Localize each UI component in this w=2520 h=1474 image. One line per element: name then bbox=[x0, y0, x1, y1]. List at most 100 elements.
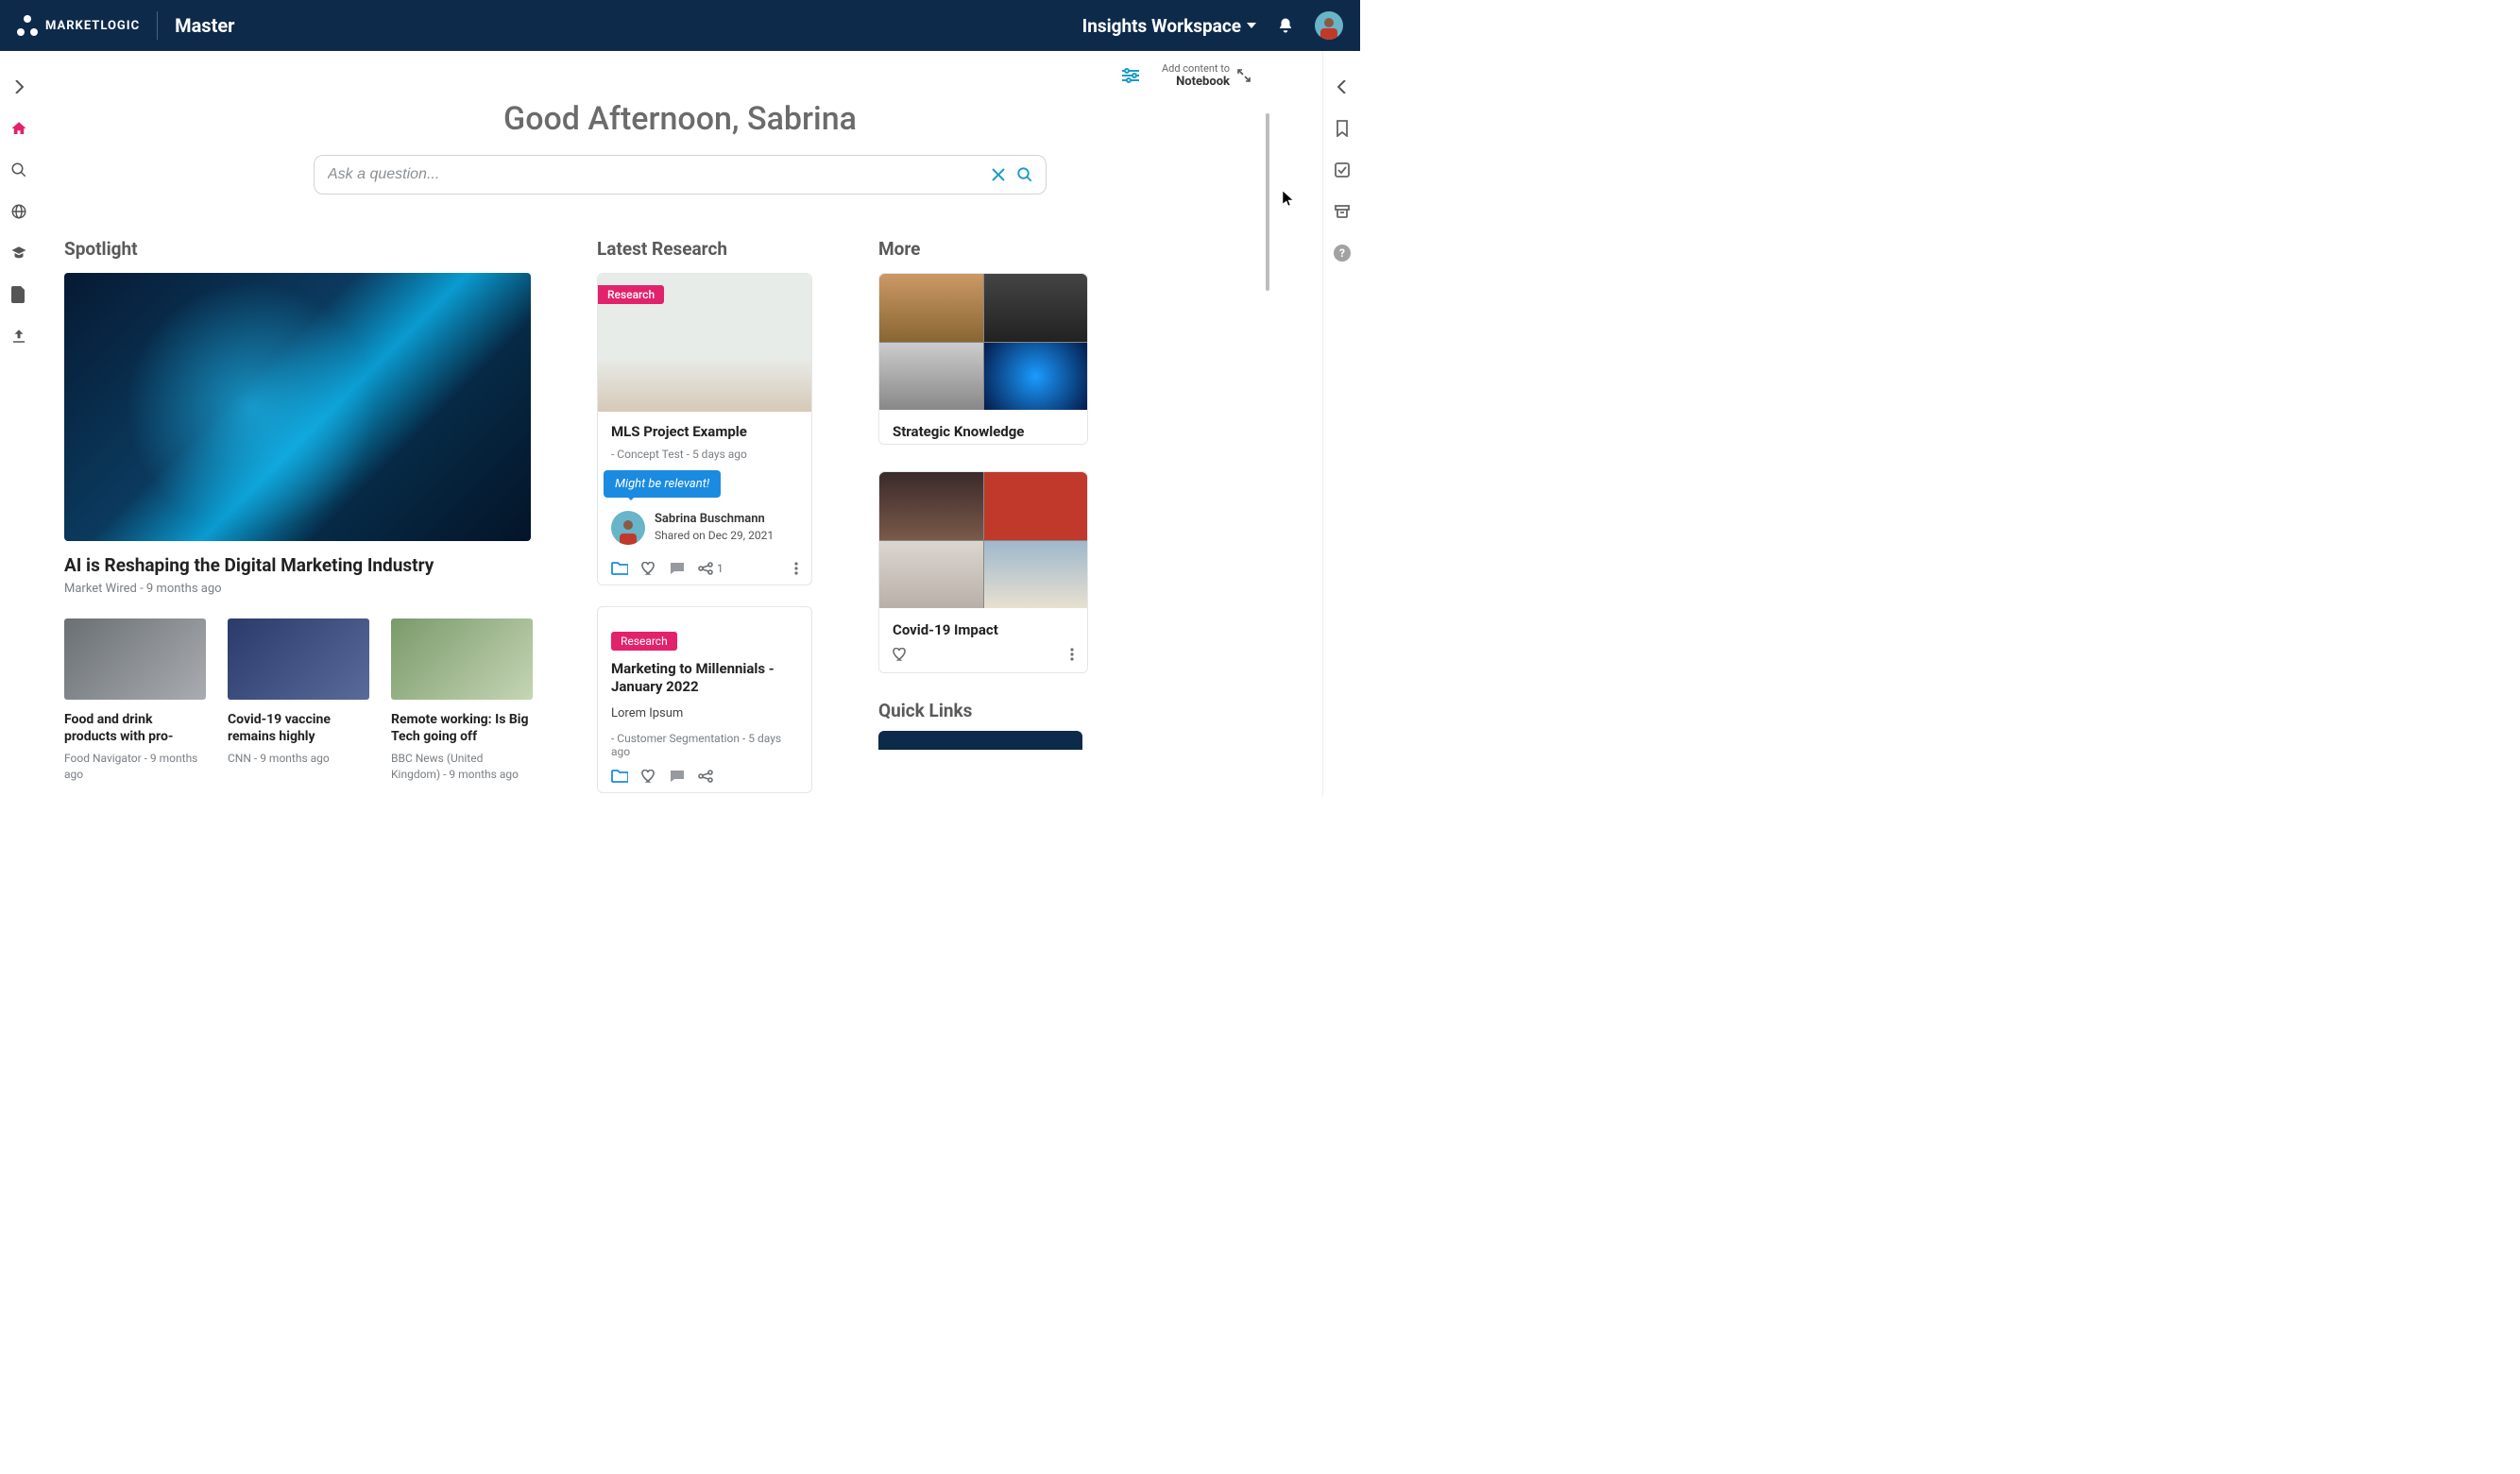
research-title: Marketing to Millennials - January 2022 bbox=[611, 660, 798, 697]
brand-logo[interactable]: MARKETLOGIC bbox=[17, 15, 140, 36]
bell-icon bbox=[1277, 17, 1294, 34]
spotlight-card-title: Food and drink products with pro- bbox=[64, 711, 206, 745]
more-image-grid bbox=[879, 274, 1087, 410]
sliders-icon bbox=[1122, 68, 1139, 83]
clear-search-button[interactable] bbox=[992, 168, 1005, 181]
close-icon bbox=[992, 168, 1005, 181]
add-to-notebook[interactable]: Add content toNotebook bbox=[1162, 62, 1251, 90]
research-title: MLS Project Example bbox=[611, 423, 798, 442]
folder-icon bbox=[611, 562, 628, 575]
nav-upload[interactable] bbox=[9, 327, 28, 346]
spotlight-card-title: Covid-19 vaccine remains highly bbox=[228, 711, 369, 745]
spotlight-card[interactable]: Food and drink products with pro- Food N… bbox=[64, 618, 206, 782]
document-icon bbox=[11, 286, 26, 303]
more-image-grid bbox=[879, 472, 1087, 608]
sharer-avatar[interactable] bbox=[611, 511, 645, 545]
search-icon bbox=[10, 161, 27, 178]
cursor-icon bbox=[1283, 191, 1294, 206]
upload-icon bbox=[10, 328, 27, 345]
main-content: Add content toNotebook Good Afternoon, S… bbox=[38, 51, 1322, 797]
nav-global[interactable] bbox=[9, 202, 28, 221]
comment-button[interactable] bbox=[670, 562, 685, 575]
divider bbox=[157, 11, 158, 40]
research-desc: Lorem Ipsum bbox=[611, 706, 798, 720]
workspace-dropdown[interactable]: Insights Workspace bbox=[1082, 15, 1256, 37]
logo-mark-icon bbox=[17, 15, 38, 36]
research-image: Research bbox=[598, 274, 811, 412]
spotlight-column: Spotlight AI is Reshaping the Digital Ma… bbox=[64, 238, 531, 797]
share-count: 1 bbox=[717, 562, 724, 575]
more-button[interactable] bbox=[1070, 648, 1074, 661]
right-rail: ? bbox=[1322, 51, 1360, 797]
research-card[interactable]: Research MLS Project Example - Concept T… bbox=[597, 273, 812, 585]
nav-documents[interactable] bbox=[9, 285, 28, 304]
more-card[interactable]: Strategic Knowledge bbox=[878, 273, 1088, 445]
comment-icon bbox=[670, 562, 685, 575]
heart-icon bbox=[641, 770, 656, 783]
more-card[interactable]: Covid-19 Impact bbox=[878, 471, 1088, 673]
search-icon bbox=[1016, 166, 1033, 183]
nav-search[interactable] bbox=[9, 161, 28, 179]
spotlight-thumb bbox=[228, 618, 369, 700]
spotlight-hero-meta: Market Wired - 9 months ago bbox=[64, 582, 531, 596]
heart-icon bbox=[641, 562, 656, 575]
folder-icon bbox=[611, 770, 628, 783]
nav-home[interactable] bbox=[9, 119, 28, 138]
bookmark-icon bbox=[1336, 120, 1349, 137]
spotlight-card[interactable]: Covid-19 vaccine remains highly CNN - 9 … bbox=[228, 618, 369, 782]
research-meta: - Concept Test - 5 days ago bbox=[611, 448, 798, 461]
filters-button[interactable] bbox=[1122, 68, 1139, 83]
quicklink-card[interactable] bbox=[878, 731, 1082, 750]
user-avatar[interactable] bbox=[1315, 11, 1343, 40]
topbar: MARKETLOGIC Master Insights Workspace bbox=[0, 0, 1360, 51]
comment-button[interactable] bbox=[670, 770, 685, 783]
brand-text: MARKETLOGIC bbox=[45, 19, 140, 33]
left-nav-rail bbox=[0, 51, 38, 797]
workspace-master[interactable]: Master bbox=[175, 14, 234, 37]
add-content-line2: Notebook bbox=[1176, 75, 1230, 89]
graduation-icon bbox=[10, 245, 27, 262]
like-button[interactable] bbox=[893, 648, 908, 661]
folder-button[interactable] bbox=[611, 562, 628, 575]
spotlight-card[interactable]: Remote working: Is Big Tech going off BB… bbox=[391, 618, 533, 782]
rail-tasks[interactable] bbox=[1333, 161, 1352, 179]
like-button[interactable] bbox=[641, 562, 656, 575]
spotlight-card-meta: CNN - 9 months ago bbox=[228, 751, 369, 766]
share-button[interactable] bbox=[698, 562, 713, 575]
rail-help[interactable]: ? bbox=[1333, 244, 1352, 263]
comment-icon bbox=[670, 770, 685, 783]
rail-archive[interactable] bbox=[1333, 202, 1352, 221]
folder-button[interactable] bbox=[611, 770, 628, 783]
spotlight-thumb bbox=[64, 618, 206, 700]
more-button[interactable] bbox=[794, 562, 798, 575]
latest-heading: Latest Research bbox=[597, 238, 812, 260]
spotlight-hero-title[interactable]: AI is Reshaping the Digital Marketing In… bbox=[64, 554, 531, 576]
latest-research-column: Latest Research Research MLS Project Exa… bbox=[597, 238, 812, 797]
spotlight-card-meta: BBC News (United Kingdom) - 9 months ago bbox=[391, 751, 533, 781]
share-button[interactable] bbox=[698, 770, 713, 783]
scrollbar[interactable] bbox=[1266, 113, 1269, 291]
chevron-right-icon bbox=[14, 80, 24, 93]
notifications-button[interactable] bbox=[1277, 17, 1294, 34]
research-card[interactable]: Research Marketing to Millennials - Janu… bbox=[597, 606, 812, 793]
more-column: More Strategic Knowledge Covid-19 Impact bbox=[878, 238, 1088, 797]
research-meta: - Customer Segmentation - 5 days ago bbox=[611, 732, 798, 758]
like-button[interactable] bbox=[641, 770, 656, 783]
more-heading: More bbox=[878, 238, 1088, 260]
more-title: Strategic Knowledge bbox=[879, 410, 1087, 444]
search-button[interactable] bbox=[1016, 166, 1033, 183]
chevron-left-icon bbox=[1337, 80, 1347, 93]
nav-learn[interactable] bbox=[9, 244, 28, 263]
home-icon bbox=[10, 120, 27, 137]
rail-bookmark[interactable] bbox=[1333, 119, 1352, 138]
spotlight-thumb bbox=[391, 618, 533, 700]
spotlight-card-meta: Food Navigator - 9 months ago bbox=[64, 751, 206, 781]
expand-rail-button[interactable] bbox=[9, 77, 28, 96]
spotlight-hero-image[interactable] bbox=[64, 273, 531, 541]
search-input[interactable] bbox=[314, 155, 1047, 195]
collapse-rail-button[interactable] bbox=[1333, 77, 1352, 96]
globe-icon bbox=[10, 203, 27, 220]
share-icon bbox=[698, 562, 713, 575]
sharer-name: Sabrina Buschmann bbox=[655, 511, 774, 528]
spotlight-heading: Spotlight bbox=[64, 238, 531, 260]
